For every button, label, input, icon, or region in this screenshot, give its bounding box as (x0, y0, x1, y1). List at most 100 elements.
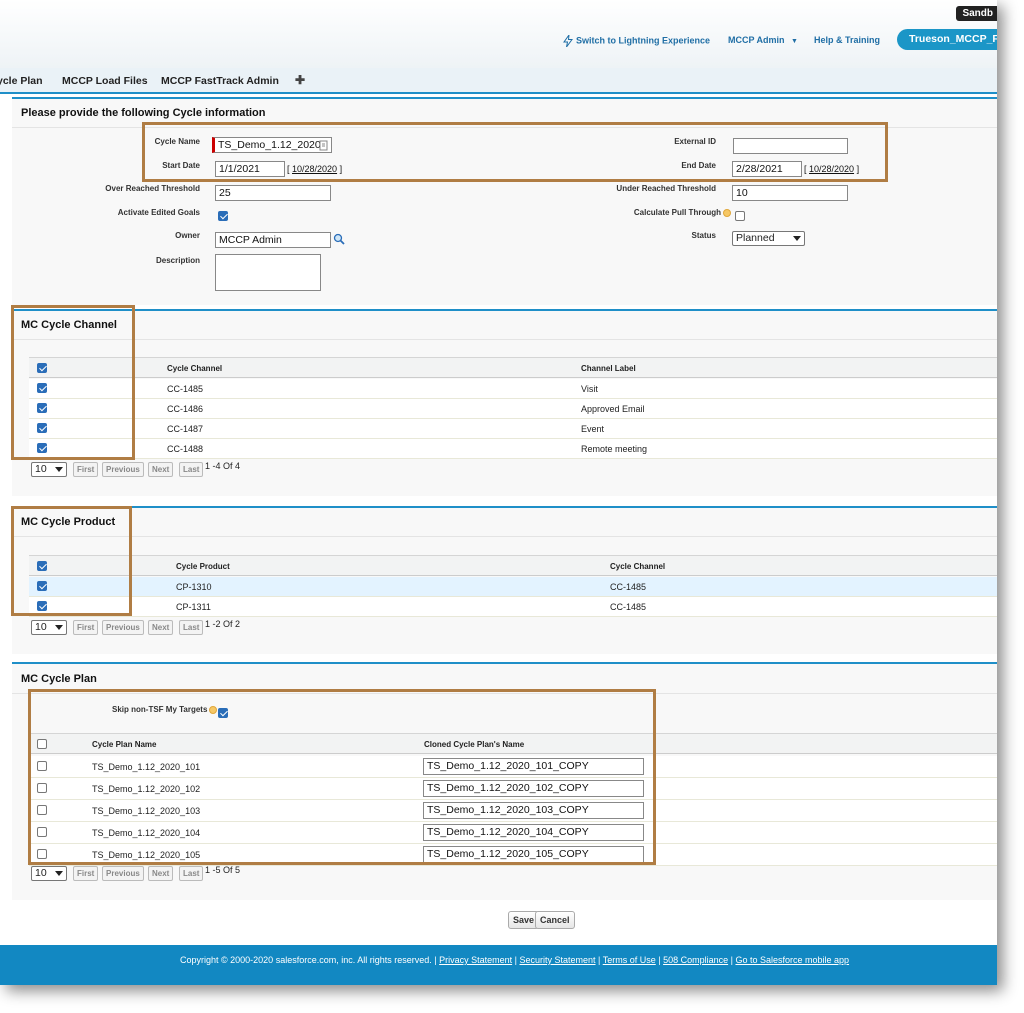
mobile-app-link[interactable]: Go to Salesforce mobile app (735, 955, 849, 965)
select-all-checkbox[interactable] (37, 561, 47, 571)
page-size-select[interactable]: 10 (31, 620, 67, 635)
row-checkbox[interactable] (37, 423, 47, 433)
pull-through-label-text: Calculate Pull Through (633, 208, 721, 217)
cell-cycle-product: CP-1310 (176, 582, 212, 592)
row-checkbox[interactable] (37, 805, 47, 815)
next-page-button[interactable]: Next (148, 620, 174, 635)
page-size-select[interactable]: 10 (31, 866, 67, 881)
select-all-checkbox[interactable] (37, 739, 47, 749)
lookup-search-icon[interactable] (333, 233, 345, 245)
row-checkbox[interactable] (37, 601, 47, 611)
row-checkbox[interactable] (37, 783, 47, 793)
compliance-link[interactable]: 508 Compliance (663, 955, 728, 965)
cancel-button[interactable]: Cancel (535, 911, 575, 929)
switch-to-lightning-label: Switch to Lightning Experience (576, 35, 711, 46)
skip-non-tsf-label-text: Skip non-TSF My Targets (112, 705, 208, 714)
skip-non-tsf-label: Skip non-TSF My Targets (112, 705, 218, 714)
help-training-link[interactable]: Help & Training (814, 35, 880, 45)
start-date-today-link[interactable]: [ 10/28/2020 ] (287, 164, 342, 174)
cell-cycle-channel: CC-1485 (167, 384, 204, 394)
chevron-down-icon (55, 871, 63, 876)
skip-non-tsf-checkbox[interactable] (218, 708, 228, 718)
tab-bar: ycle Plan MCCP Load Files MCCP FastTrack… (0, 68, 997, 94)
lightning-icon (563, 33, 573, 48)
last-page-button[interactable]: Last (179, 620, 204, 635)
under-reached-label: Under Reached Threshold (616, 184, 716, 193)
terms-link[interactable]: Terms of Use (603, 955, 656, 965)
first-page-button[interactable]: First (73, 620, 99, 635)
page-size-value: 10 (35, 463, 47, 475)
cloned-name-input[interactable]: TS_Demo_1.12_2020_101_COPY (423, 758, 644, 775)
cell-cycle-channel: CC-1485 (610, 582, 647, 592)
divider (12, 127, 997, 128)
previous-page-button[interactable]: Previous (102, 866, 144, 881)
table-header: Cycle Plan Name Cloned Cycle Plan's Name (29, 733, 997, 754)
tab-mccp-load-files[interactable]: MCCP Load Files (62, 75, 148, 87)
cell-cycle-plan-name: TS_Demo_1.12_2020_103 (92, 806, 201, 816)
activate-goals-label: Activate Edited Goals (117, 208, 200, 217)
row-checkbox[interactable] (37, 849, 47, 859)
column-header: Channel Label (581, 364, 636, 373)
page-size-value: 10 (35, 867, 47, 879)
pull-through-checkbox[interactable] (735, 211, 745, 221)
select-all-checkbox[interactable] (37, 363, 47, 373)
user-menu[interactable]: MCCP Admin ▼ (728, 35, 798, 45)
table-header: Cycle Channel Channel Label (29, 357, 997, 378)
cell-channel-label: Remote meeting (581, 444, 648, 454)
cell-channel-label: Event (581, 424, 605, 434)
tab-mccp-fasttrack-admin[interactable]: MCCP FastTrack Admin (161, 75, 279, 87)
external-id-input[interactable] (733, 138, 848, 154)
column-header: Cloned Cycle Plan's Name (424, 740, 525, 749)
switch-to-lightning-link[interactable]: Switch to Lightning Experience (563, 33, 711, 48)
row-checkbox[interactable] (37, 827, 47, 837)
cell-cycle-channel: CC-1486 (167, 404, 204, 414)
next-page-button[interactable]: Next (148, 866, 174, 881)
section-title: MC Cycle Plan (21, 673, 97, 685)
previous-page-button[interactable]: Previous (102, 462, 144, 477)
security-link[interactable]: Security Statement (519, 955, 595, 965)
row-checkbox[interactable] (37, 581, 47, 591)
row-checkbox[interactable] (37, 443, 47, 453)
cloned-name-input[interactable]: TS_Demo_1.12_2020_105_COPY (423, 846, 644, 863)
page-info: 1 -2 Of 2 (205, 619, 241, 629)
description-textarea[interactable] (215, 254, 321, 291)
external-id-label: External ID (674, 137, 716, 146)
privacy-link[interactable]: Privacy Statement (439, 955, 512, 965)
section-title: Please provide the following Cycle infor… (21, 107, 266, 119)
table-row: CP-1311 CC-1485 (29, 597, 997, 617)
tab-cycle-plan[interactable]: ycle Plan (0, 75, 43, 87)
table-row: CC-1485 Visit (29, 379, 997, 399)
start-date-input[interactable]: 1/1/2021 (215, 161, 285, 177)
end-date-input[interactable]: 2/28/2021 (732, 161, 802, 177)
page-size-select[interactable]: 10 (31, 462, 67, 477)
info-icon[interactable] (723, 208, 731, 217)
first-page-button[interactable]: First (73, 462, 99, 477)
status-select[interactable]: Planned (732, 231, 805, 246)
activate-goals-checkbox[interactable] (218, 211, 228, 221)
sandbox-badge: Sandb (956, 6, 997, 21)
add-tab-icon[interactable]: ✚ (295, 73, 305, 87)
last-page-button[interactable]: Last (179, 866, 204, 881)
cloned-name-input[interactable]: TS_Demo_1.12_2020_103_COPY (423, 802, 644, 819)
cycle-channel-section: MC Cycle Channel Cycle Channel Channel L… (12, 309, 997, 496)
cycle-name-input[interactable]: TS_Demo_1.12_2020 (212, 137, 332, 153)
previous-page-button[interactable]: Previous (102, 620, 144, 635)
app-tab-pill[interactable]: Trueson_MCCP_F (897, 29, 997, 50)
last-page-button[interactable]: Last (179, 462, 204, 477)
cloned-name-input[interactable]: TS_Demo_1.12_2020_102_COPY (423, 780, 644, 797)
row-checkbox[interactable] (37, 761, 47, 771)
cycle-plan-section: MC Cycle Plan Skip non-TSF My Targets Cy… (12, 662, 997, 900)
row-checkbox[interactable] (37, 403, 47, 413)
info-icon[interactable] (209, 705, 218, 714)
first-page-button[interactable]: First (73, 866, 99, 881)
chevron-down-icon (793, 236, 801, 241)
row-checkbox[interactable] (37, 383, 47, 393)
end-date-today-link[interactable]: [ 10/28/2020 ] (804, 164, 859, 174)
under-reached-input[interactable]: 10 (732, 185, 848, 201)
cloned-name-input[interactable]: TS_Demo_1.12_2020_104_COPY (423, 824, 644, 841)
section-title: MC Cycle Product (21, 516, 116, 528)
owner-input[interactable]: MCCP Admin (215, 232, 331, 248)
page-info: 1 -4 Of 4 (205, 461, 241, 471)
next-page-button[interactable]: Next (148, 462, 174, 477)
over-reached-input[interactable]: 25 (215, 185, 331, 201)
